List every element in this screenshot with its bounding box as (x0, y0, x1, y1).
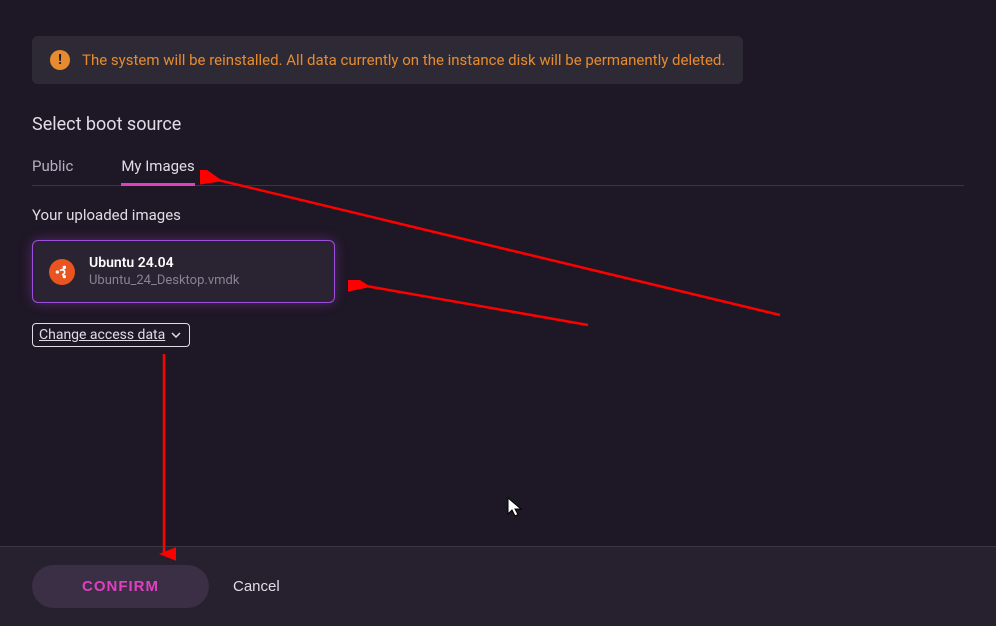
boot-source-tabs: Public My Images (32, 157, 964, 186)
image-info: Ubuntu 24.04 Ubuntu_24_Desktop.vmdk (89, 255, 239, 288)
ubuntu-icon (49, 259, 75, 285)
uploaded-images-heading: Your uploaded images (32, 206, 964, 224)
chevron-down-icon (171, 332, 181, 338)
annotation-arrow (152, 354, 176, 570)
warning-text: The system will be reinstalled. All data… (82, 51, 725, 69)
image-filename: Ubuntu_24_Desktop.vmdk (89, 273, 239, 288)
image-name: Ubuntu 24.04 (89, 255, 239, 271)
warning-banner: ! The system will be reinstalled. All da… (32, 36, 743, 84)
change-access-data-select[interactable]: Change access data (32, 323, 190, 347)
section-title: Select boot source (32, 114, 964, 135)
cancel-button[interactable]: Cancel (233, 578, 280, 595)
warning-icon: ! (50, 50, 70, 70)
tab-public[interactable]: Public (32, 157, 73, 185)
image-card-ubuntu[interactable]: Ubuntu 24.04 Ubuntu_24_Desktop.vmdk (32, 240, 335, 303)
mouse-cursor (506, 496, 524, 518)
access-select-label: Change access data (39, 327, 165, 343)
footer-bar: CONFIRM Cancel (0, 546, 996, 626)
confirm-button[interactable]: CONFIRM (32, 565, 209, 608)
tab-my-images[interactable]: My Images (121, 157, 194, 185)
